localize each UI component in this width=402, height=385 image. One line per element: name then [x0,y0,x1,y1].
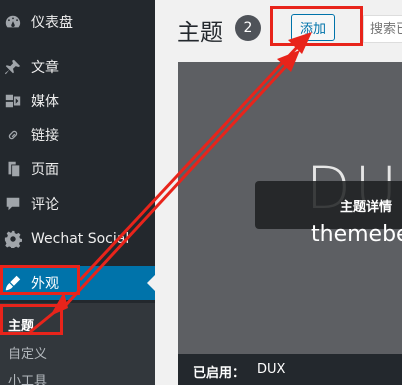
active-theme-card[interactable]: DUX 主题详情 themebet 已启用： DUX [178,62,402,385]
page-icon [4,160,22,178]
sidebar-item-posts[interactable]: 文章 [0,50,155,84]
sidebar-item-media[interactable]: 媒体 [0,84,155,118]
theme-count-badge: 2 [235,15,261,41]
active-theme-name: DUX [257,362,286,377]
gear-icon [4,230,22,248]
add-button-highlight-box [270,6,363,46]
sidebar-item-label: 文章 [31,60,59,76]
link-icon [4,126,22,144]
pin-icon [4,58,22,76]
screen: { "sidebar": { "items": [ {"label": "仪表盘… [0,0,402,385]
appearance-highlight-box [0,265,80,295]
page-title: 主题 [177,20,223,46]
sidebar-item-label: 媒体 [31,94,59,110]
sidebar-item-links[interactable]: 链接 [0,118,155,152]
submenu-item-customize[interactable]: 自定义 [8,343,47,362]
sidebar-item-wechat-social[interactable]: Wechat Social [0,222,155,256]
theme-subtitle: themebet [311,222,402,247]
sidebar-item-label: 链接 [31,128,59,144]
theme-name-bar: 已启用： DUX [178,354,402,385]
themes-highlight-box [0,304,63,335]
comment-icon [4,195,22,213]
search-themes-input[interactable] [363,15,402,43]
sidebar-item-label: 评论 [31,197,59,213]
theme-screenshot[interactable]: DUX 主题详情 themebet [178,62,402,354]
sidebar-item-label: 页面 [31,162,59,178]
theme-details-label: 主题详情 [340,200,393,215]
sidebar-item-label: Wechat Social [31,231,130,247]
active-theme-label: 已启用： [193,366,246,381]
sidebar-item-comments[interactable]: 评论 [0,187,155,221]
sidebar-item-pages[interactable]: 页面 [0,152,155,186]
media-icon [4,92,22,110]
sidebar-item-dashboard[interactable]: 仪表盘 [0,5,155,39]
dashboard-icon [4,13,22,31]
submenu-item-widgets[interactable]: 小工具 [8,370,47,385]
sidebar-item-label: 仪表盘 [31,15,73,31]
